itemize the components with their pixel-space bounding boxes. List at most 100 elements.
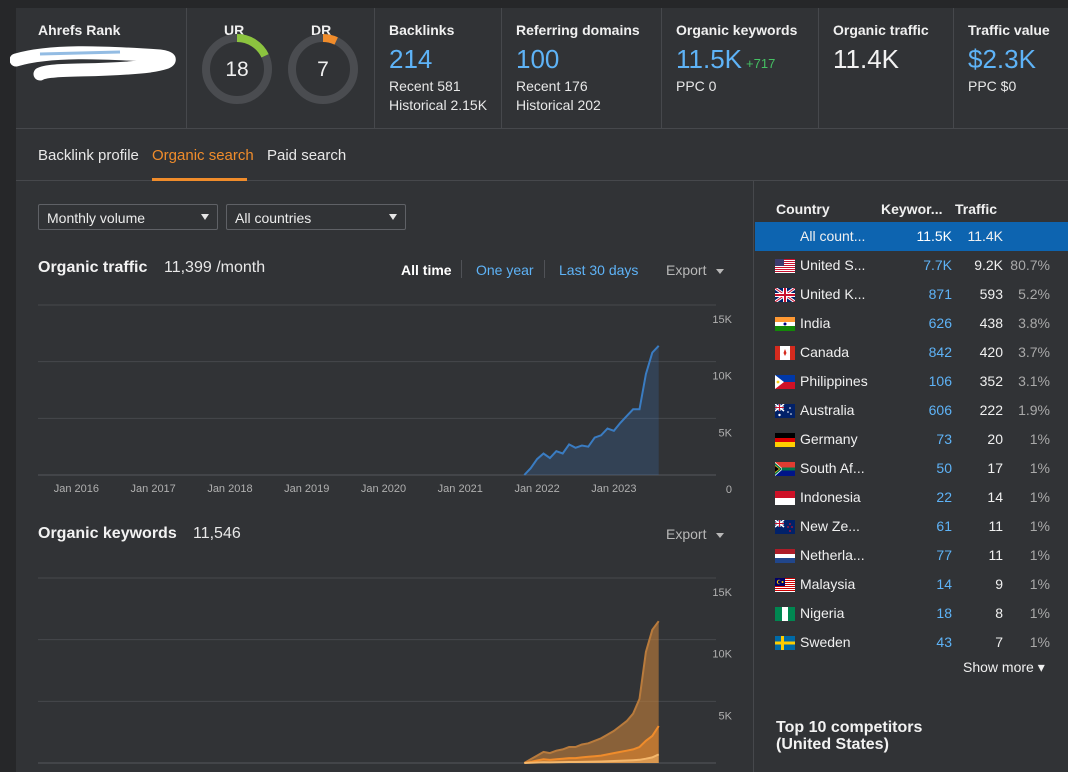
backlinks-recent[interactable]: Recent 581 — [389, 78, 461, 94]
flag-uk-icon — [775, 288, 795, 302]
country-keywords[interactable]: 871 — [929, 286, 952, 302]
ur-gauge[interactable]: 18 — [200, 32, 274, 106]
country-traffic: 438 — [979, 315, 1003, 331]
country-row[interactable]: Indonesia 22 14 1% — [755, 483, 1068, 512]
organic-keywords-title: Organic keywords — [38, 525, 177, 542]
country-keywords[interactable]: 606 — [929, 402, 952, 418]
country-traffic: 11 — [988, 547, 1003, 563]
country-row[interactable]: India 626 438 3.8% — [755, 309, 1068, 338]
country-row[interactable]: Canada 842 420 3.7% — [755, 338, 1068, 367]
country-row[interactable]: Nigeria 18 8 1% — [755, 599, 1068, 628]
y-tick-label: 10K — [712, 371, 732, 383]
range-last-30-days[interactable]: Last 30 days — [559, 262, 638, 278]
country-keywords[interactable]: 626 — [929, 315, 952, 331]
country-row[interactable]: New Ze... 61 11 1% — [755, 512, 1068, 541]
x-tick-label: Jan 2019 — [284, 483, 329, 495]
country-keywords[interactable]: 842 — [929, 344, 952, 360]
countries-select[interactable]: All countries — [226, 204, 406, 230]
country-traffic-share: 1% — [1029, 634, 1050, 650]
redacted-scribble — [10, 46, 176, 81]
country-traffic: 8 — [995, 605, 1003, 621]
country-name[interactable]: United S... — [800, 257, 865, 273]
country-traffic: 14 — [987, 489, 1003, 505]
country-traffic: 352 — [979, 373, 1003, 389]
flag-nl-icon — [775, 549, 795, 563]
organic-traffic-label: Organic traffic — [833, 22, 929, 38]
country-name[interactable]: Canada — [800, 344, 849, 360]
keywords-export-button[interactable]: Export — [666, 526, 706, 542]
referring-domains-label: Referring domains — [516, 22, 640, 38]
country-traffic: 20 — [987, 431, 1003, 447]
referring-domains-value[interactable]: 100 — [516, 44, 559, 75]
organic-traffic-cell: Organic traffic 11.4K — [819, 8, 954, 129]
country-keywords[interactable]: 18 — [936, 605, 952, 621]
countries-select-value: All countries — [235, 210, 312, 226]
volume-select-value: Monthly volume — [47, 210, 146, 226]
ahrefs-rank-cell[interactable]: Ahrefs Rank — [10, 8, 187, 129]
country-name[interactable]: Netherla... — [800, 547, 865, 563]
country-column-header[interactable]: Country — [776, 201, 830, 217]
country-row[interactable]: Germany 73 20 1% — [755, 425, 1068, 454]
tab-organic-search[interactable]: Organic search — [152, 147, 254, 164]
country-traffic-share: 3.1% — [1018, 373, 1050, 389]
organic-traffic-summary: 11,399 /month — [164, 259, 266, 276]
traffic-column-header[interactable]: Traffic — [955, 201, 997, 217]
organic-keywords-metric[interactable]: 11.5K +717 — [676, 44, 775, 75]
country-row[interactable]: Sweden 43 7 1% — [755, 628, 1068, 657]
country-name[interactable]: United K... — [800, 286, 865, 302]
country-row[interactable]: Netherla... 77 11 1% — [755, 541, 1068, 570]
country-row[interactable]: All count... 11.5K 11.4K — [755, 222, 1068, 251]
country-name[interactable]: All count... — [800, 228, 865, 244]
show-more-button[interactable]: Show more ▾ — [963, 659, 1045, 676]
country-name[interactable]: Germany — [800, 431, 858, 447]
dr-gauge[interactable]: 7 — [286, 32, 360, 106]
country-keywords[interactable]: 73 — [936, 431, 952, 447]
traffic-value-value[interactable]: $2.3K — [968, 44, 1036, 75]
organic-keywords-label: Organic keywords — [676, 22, 798, 38]
tab-paid-search[interactable]: Paid search — [267, 147, 346, 164]
country-name[interactable]: India — [800, 315, 830, 331]
keywords-column-header[interactable]: Keywor... — [881, 201, 942, 217]
country-keywords[interactable]: 77 — [936, 547, 952, 563]
country-row[interactable]: Malaysia 14 9 1% — [755, 570, 1068, 599]
series-area — [524, 345, 659, 475]
country-keywords[interactable]: 106 — [929, 373, 952, 389]
country-keywords[interactable]: 43 — [936, 634, 952, 650]
range-one-year[interactable]: One year — [476, 262, 534, 278]
country-row[interactable]: United K... 871 593 5.2% — [755, 280, 1068, 309]
country-keywords[interactable]: 50 — [936, 460, 952, 476]
referring-domains-cell: Referring domains 100 Recent 176 Histori… — [502, 8, 662, 129]
country-row[interactable]: Australia 606 222 1.9% — [755, 396, 1068, 425]
country-name[interactable]: Australia — [800, 402, 854, 418]
tab-backlink-profile[interactable]: Backlink profile — [38, 147, 139, 164]
country-keywords[interactable]: 61 — [936, 518, 952, 534]
country-name[interactable]: New Ze... — [800, 518, 860, 534]
country-name[interactable]: Nigeria — [800, 605, 844, 621]
country-name[interactable]: Malaysia — [800, 576, 855, 592]
country-name[interactable]: South Af... — [800, 460, 865, 476]
backlinks-value[interactable]: 214 — [389, 44, 432, 75]
country-row[interactable]: South Af... 50 17 1% — [755, 454, 1068, 483]
country-row[interactable]: Philippines 106 352 3.1% — [755, 367, 1068, 396]
backlinks-historical[interactable]: Historical 2.15K — [389, 97, 487, 113]
dr-value: 7 — [317, 58, 329, 81]
country-row[interactable]: United S... 7.7K 9.2K 80.7% — [755, 251, 1068, 280]
referring-domains-recent[interactable]: Recent 176 — [516, 78, 588, 94]
country-name[interactable]: Sweden — [800, 634, 851, 650]
country-keywords[interactable]: 22 — [936, 489, 952, 505]
country-keywords[interactable]: 7.7K — [923, 257, 952, 273]
referring-domains-historical[interactable]: Historical 202 — [516, 97, 601, 113]
country-keywords[interactable]: 14 — [936, 576, 952, 592]
organic-traffic-title: Organic traffic — [38, 259, 148, 276]
country-keywords[interactable]: 11.5K — [916, 228, 952, 244]
volume-select[interactable]: Monthly volume — [38, 204, 218, 230]
country-name[interactable]: Philippines — [800, 373, 868, 389]
country-name[interactable]: Indonesia — [800, 489, 861, 505]
traffic-export-button[interactable]: Export — [666, 262, 706, 278]
y-tick-label: 15K — [712, 587, 732, 599]
country-traffic-share: 1% — [1029, 576, 1050, 592]
flag-au-icon — [775, 404, 795, 418]
panel-divider — [753, 181, 754, 772]
country-traffic-share: 1% — [1029, 431, 1050, 447]
range-all-time[interactable]: All time — [401, 262, 452, 278]
